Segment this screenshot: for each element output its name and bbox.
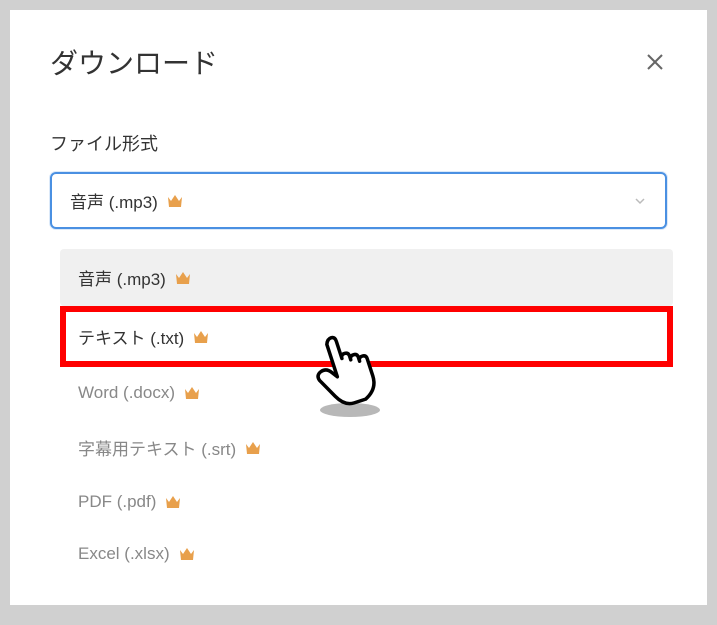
file-format-label: ファイル形式 xyxy=(50,130,667,156)
chevron-down-icon xyxy=(633,194,647,208)
close-icon xyxy=(646,53,664,71)
crown-icon xyxy=(192,329,210,345)
file-format-dropdown: 音声 (.mp3) テキスト (.txt) Word (.docx) 字幕用テキ… xyxy=(60,249,673,580)
dropdown-option-srt[interactable]: 字幕用テキスト (.srt) xyxy=(60,419,673,476)
crown-icon xyxy=(244,440,262,456)
select-value: 音声 (.mp3) xyxy=(70,188,184,213)
modal-title: ダウンロード xyxy=(50,42,218,82)
download-modal: ダウンロード ファイル形式 音声 (.mp3) 音声 (.mp3) xyxy=(10,10,707,605)
option-label: 字幕用テキスト (.srt) xyxy=(78,435,236,460)
dropdown-option-pdf[interactable]: PDF (.pdf) xyxy=(60,476,673,528)
crown-icon xyxy=(166,193,184,209)
crown-icon xyxy=(178,546,196,562)
dropdown-option-txt[interactable]: テキスト (.txt) xyxy=(60,306,673,367)
option-label: 音声 (.mp3) xyxy=(78,265,166,290)
option-label: PDF (.pdf) xyxy=(78,492,156,512)
crown-icon xyxy=(183,385,201,401)
crown-icon xyxy=(164,494,182,510)
option-label: Excel (.xlsx) xyxy=(78,544,170,564)
option-label: テキスト (.txt) xyxy=(78,324,184,349)
option-label: Word (.docx) xyxy=(78,383,175,403)
crown-icon xyxy=(174,270,192,286)
modal-header: ダウンロード xyxy=(50,42,667,82)
dropdown-option-docx[interactable]: Word (.docx) xyxy=(60,367,673,419)
close-button[interactable] xyxy=(643,50,667,74)
dropdown-option-xlsx[interactable]: Excel (.xlsx) xyxy=(60,528,673,580)
dropdown-option-mp3[interactable]: 音声 (.mp3) xyxy=(60,249,673,306)
select-value-text: 音声 (.mp3) xyxy=(70,188,158,213)
file-format-select[interactable]: 音声 (.mp3) xyxy=(50,172,667,229)
